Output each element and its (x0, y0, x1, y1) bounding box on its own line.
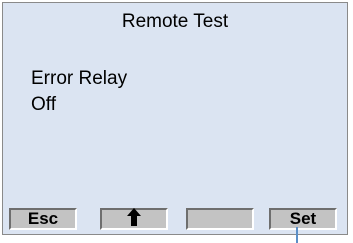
up-softkey[interactable] (100, 207, 168, 231)
parameter-name: Error Relay (31, 68, 128, 89)
pointer-line (296, 227, 298, 243)
set-softkey-label: Set (289, 209, 317, 228)
up-arrow-icon (127, 207, 141, 231)
blank-softkey[interactable] (186, 208, 254, 230)
parameter-value: Off (31, 94, 56, 115)
set-softkey[interactable]: Set (269, 208, 337, 230)
screen-title: Remote Test (121, 11, 229, 32)
device-display: Remote Test Error Relay Off Esc Set (2, 2, 348, 235)
esc-softkey[interactable]: Esc (9, 208, 77, 230)
esc-softkey-label: Esc (27, 209, 59, 228)
